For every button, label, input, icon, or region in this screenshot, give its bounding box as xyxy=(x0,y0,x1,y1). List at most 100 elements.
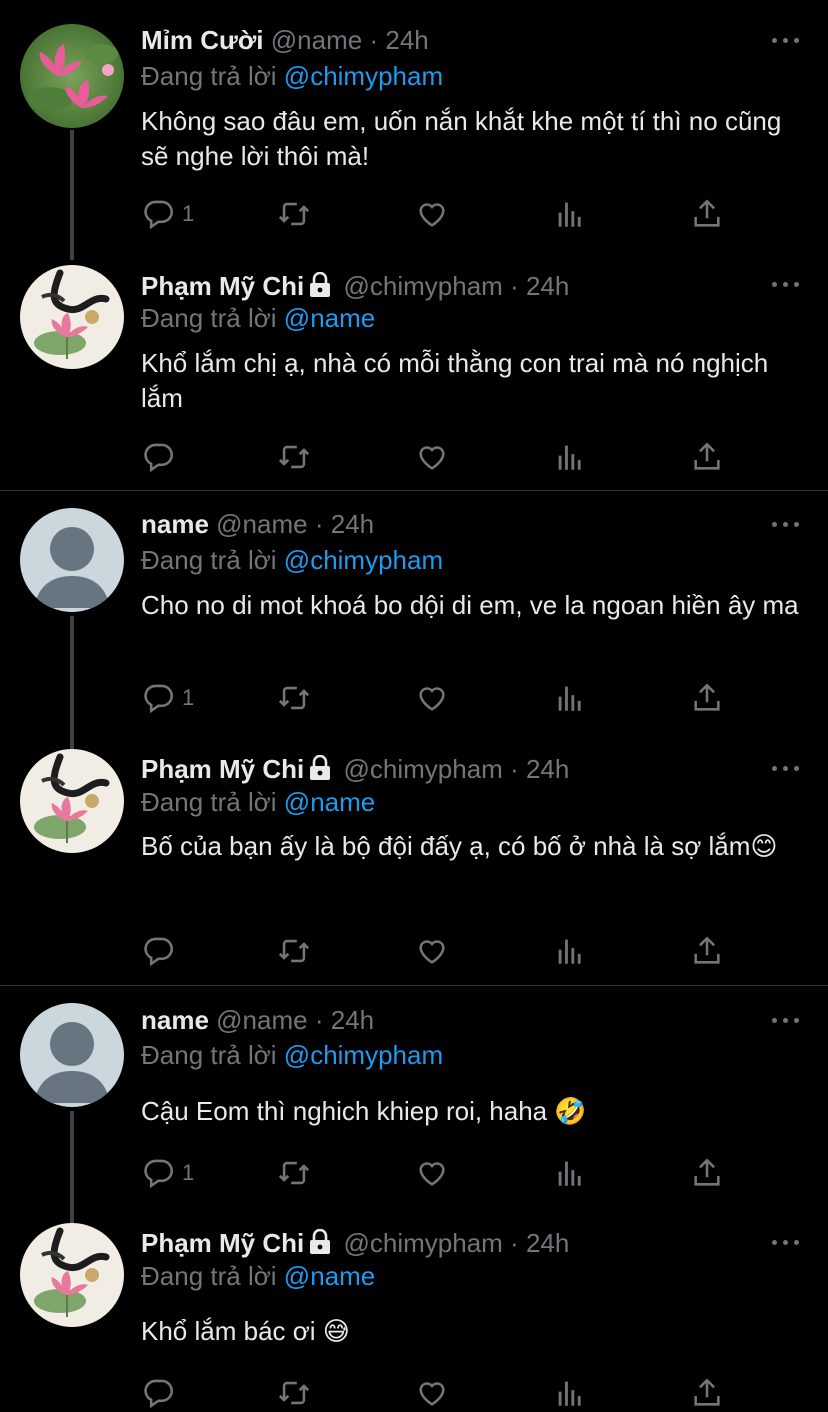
timestamp[interactable]: 24h xyxy=(331,509,374,539)
like-button[interactable] xyxy=(415,440,449,474)
share-icon xyxy=(694,683,720,711)
handle[interactable]: @name xyxy=(216,1005,307,1035)
more-icon[interactable] xyxy=(772,280,802,290)
retweet-button[interactable] xyxy=(277,1376,311,1410)
tweet[interactable]: name @name · 24h Đang trả lời @chimypham… xyxy=(0,491,828,751)
mention-link[interactable]: @chimypham xyxy=(284,545,443,575)
reply-button[interactable] xyxy=(142,1376,182,1410)
retweet-button[interactable] xyxy=(277,934,311,968)
replying-label: Đang trả lời xyxy=(141,787,277,817)
like-icon xyxy=(419,446,445,470)
timestamp[interactable]: 24h xyxy=(526,754,569,784)
reply-button[interactable] xyxy=(142,440,182,474)
separator-dot: · xyxy=(510,271,519,301)
tweet-text: Khổ lắm chị ạ, nhà có mỗi thằng con trai… xyxy=(141,348,769,413)
like-button[interactable] xyxy=(415,1156,449,1190)
views-button[interactable] xyxy=(553,1156,587,1190)
reply-button[interactable]: 1 xyxy=(142,681,194,715)
share-button[interactable] xyxy=(690,1376,724,1410)
more-icon[interactable] xyxy=(772,1238,802,1248)
timestamp[interactable]: 24h xyxy=(331,1005,374,1035)
tweet-header: Phạm Mỹ Chi @chimypham · 24h xyxy=(141,270,569,302)
tweet-header: name @name · 24h xyxy=(141,508,374,540)
share-button[interactable] xyxy=(690,1156,724,1190)
thread-line xyxy=(70,130,74,260)
more-icon[interactable] xyxy=(772,36,802,46)
avatar[interactable] xyxy=(20,24,124,128)
handle[interactable]: @name xyxy=(216,509,307,539)
views-icon xyxy=(558,202,581,227)
avatar[interactable] xyxy=(20,508,124,612)
avatar[interactable] xyxy=(20,749,124,853)
display-name[interactable]: Phạm Mỹ Chi xyxy=(141,754,304,784)
share-button[interactable] xyxy=(690,681,724,715)
like-button[interactable] xyxy=(415,934,449,968)
reply-button[interactable]: 1 xyxy=(142,1156,194,1190)
retweet-icon xyxy=(278,1381,310,1405)
tweet-text: Cho no di mot khoá bo dội di em, ve la n… xyxy=(141,590,799,620)
handle[interactable]: @chimypham xyxy=(343,1228,502,1258)
tweet[interactable]: name @name · 24h Đang trả lời @chimypham… xyxy=(0,986,828,1226)
share-button[interactable] xyxy=(690,197,724,231)
replying-label: Đang trả lời xyxy=(141,545,277,575)
more-icon[interactable] xyxy=(772,764,802,774)
like-button[interactable] xyxy=(415,197,449,231)
reply-button[interactable] xyxy=(142,934,182,968)
retweet-button[interactable] xyxy=(277,440,311,474)
more-icon[interactable] xyxy=(772,520,802,530)
retweet-button[interactable] xyxy=(277,681,311,715)
mention-link[interactable]: @name xyxy=(284,303,375,333)
lock-icon xyxy=(310,1229,331,1254)
separator-dot: · xyxy=(314,509,324,539)
display-name[interactable]: Mỉm Cười xyxy=(141,25,264,55)
views-button[interactable] xyxy=(553,934,587,968)
tweet[interactable]: Phạm Mỹ Chi @chimypham · 24h Đang trả lờ… xyxy=(0,735,828,985)
mention-link[interactable]: @chimypham xyxy=(284,1040,443,1070)
retweet-icon xyxy=(278,202,310,226)
timestamp[interactable]: 24h xyxy=(385,25,428,55)
tweet[interactable]: Phạm Mỹ Chi @chimypham · 24h Đang trả lờ… xyxy=(0,1210,828,1412)
share-button[interactable] xyxy=(690,934,724,968)
replying-to: Đang trả lời @name xyxy=(141,1260,375,1292)
action-bar xyxy=(140,440,730,474)
views-button[interactable] xyxy=(553,440,587,474)
timestamp[interactable]: 24h xyxy=(526,1228,569,1258)
views-button[interactable] xyxy=(553,1376,587,1410)
views-icon xyxy=(558,686,581,711)
tweet[interactable]: Phạm Mỹ Chi @chimypham · 24h Đang trả lờ… xyxy=(0,250,828,490)
mention-link[interactable]: @chimypham xyxy=(284,61,443,91)
mention-link[interactable]: @name xyxy=(284,1261,375,1291)
reply-icon xyxy=(144,937,174,967)
views-icon xyxy=(558,1161,581,1186)
like-icon xyxy=(419,940,445,964)
reply-button[interactable]: 1 xyxy=(142,197,194,231)
like-button[interactable] xyxy=(415,681,449,715)
display-name[interactable]: name xyxy=(141,1005,209,1035)
display-name[interactable]: name xyxy=(141,509,209,539)
tweet-header: Mỉm Cười @name · 24h xyxy=(141,24,429,56)
tweet-text: Khổ lắm bác ơi 😅 xyxy=(141,1316,350,1346)
avatar[interactable] xyxy=(20,265,124,369)
timestamp[interactable]: 24h xyxy=(526,271,569,301)
views-button[interactable] xyxy=(553,681,587,715)
views-button[interactable] xyxy=(553,197,587,231)
share-icon xyxy=(694,442,720,470)
handle[interactable]: @name xyxy=(271,25,362,55)
retweet-icon xyxy=(278,445,310,469)
display-name[interactable]: Phạm Mỹ Chi xyxy=(141,271,304,301)
share-icon xyxy=(694,1158,720,1186)
handle[interactable]: @chimypham xyxy=(343,754,502,784)
handle[interactable]: @chimypham xyxy=(343,271,502,301)
action-bar: 1 xyxy=(140,1156,730,1190)
avatar[interactable] xyxy=(20,1223,124,1327)
tweet[interactable]: Mỉm Cười @name · 24h Đang trả lời @chimy… xyxy=(0,0,828,260)
like-button[interactable] xyxy=(415,1376,449,1410)
display-name[interactable]: Phạm Mỹ Chi xyxy=(141,1228,304,1258)
more-icon[interactable] xyxy=(772,1016,802,1026)
retweet-button[interactable] xyxy=(277,197,311,231)
mention-link[interactable]: @name xyxy=(284,787,375,817)
action-bar xyxy=(140,934,730,968)
retweet-button[interactable] xyxy=(277,1156,311,1190)
avatar[interactable] xyxy=(20,1003,124,1107)
share-button[interactable] xyxy=(690,440,724,474)
